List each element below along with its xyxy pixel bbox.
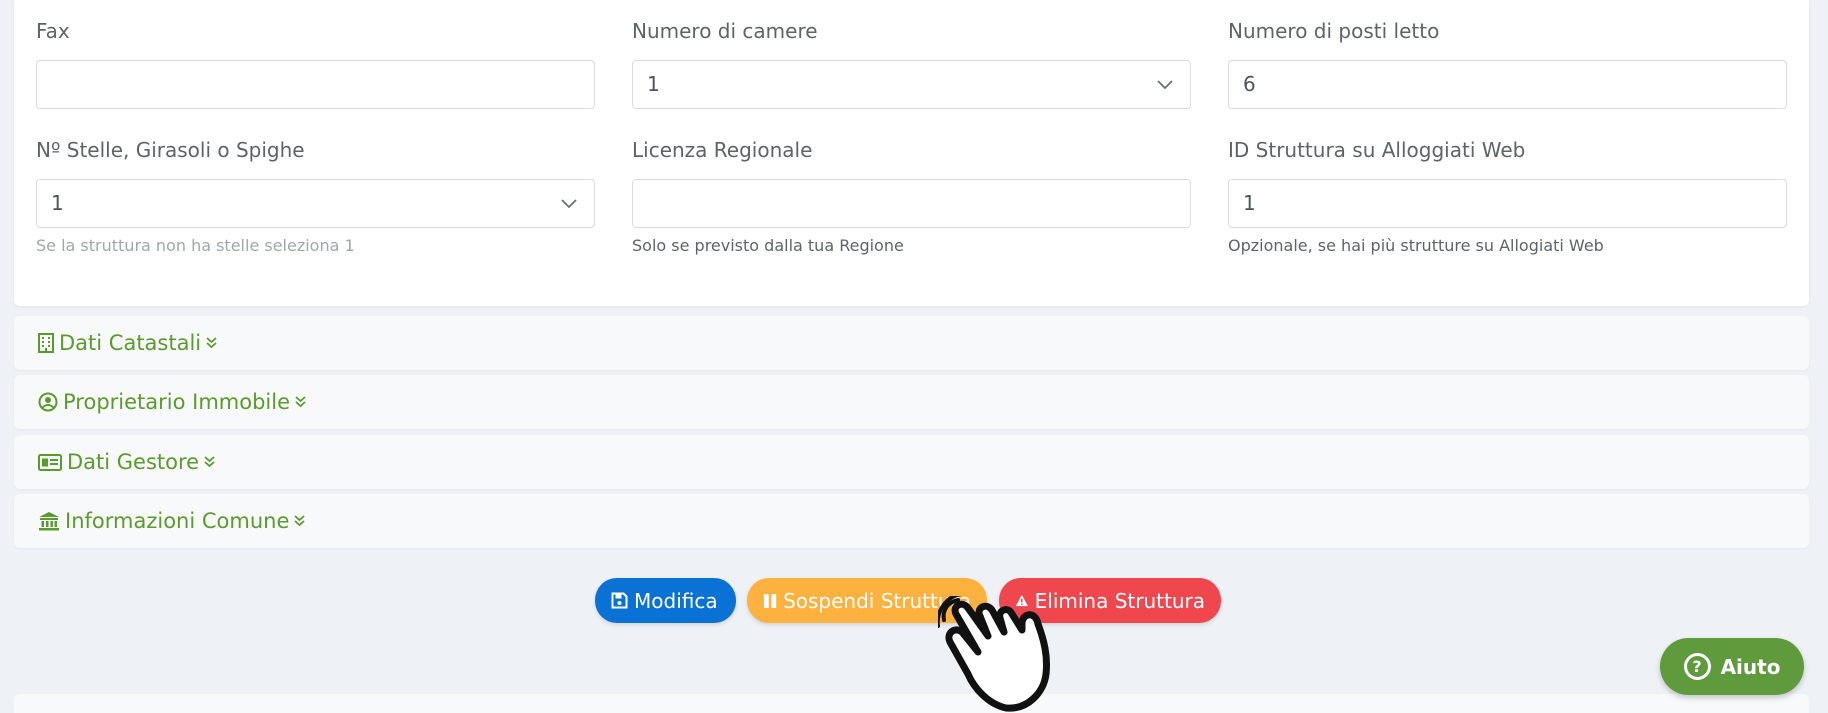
landmark-icon [39,512,59,531]
section-dati-catastali[interactable]: Dati Catastali [14,316,1809,370]
license-field-group: Licenza Regionale Solo se previsto dalla… [632,135,1191,256]
alloggiati-id-field-group: ID Struttura su Alloggiati Web 1 Opziona… [1228,135,1787,256]
section-informazioni-comune[interactable]: Informazioni Comune [14,494,1809,548]
sospendi-struttura-button[interactable]: Sospendi Struttura [747,578,987,623]
id-card-icon [38,453,62,471]
license-input[interactable] [632,179,1191,228]
chevron-down-icon [1157,80,1173,90]
section-label: Proprietario Immobile [63,390,291,414]
double-chevron-down-icon [206,337,217,349]
alloggiati-id-label: ID Struttura su Alloggiati Web [1228,138,1526,162]
chevron-down-icon [561,199,577,209]
elimina-struttura-label: Elimina Struttura [1034,588,1205,613]
beds-field-group: Numero di posti letto 6 [1228,16,1787,109]
beds-input[interactable]: 6 [1228,60,1787,109]
stars-label: Nº Stelle, Girasoli o Spighe [36,138,305,162]
section-label: Informazioni Comune [65,509,290,533]
alloggiati-id-hint: Opzionale, se hai più strutture su Allog… [1228,236,1604,255]
double-chevron-down-icon [294,515,305,527]
structure-details-card: Fax Numero di camere 1 Numero di posti l… [14,0,1809,306]
rooms-select[interactable]: 1 [632,60,1191,109]
stars-select[interactable]: 1 [36,179,595,228]
beds-label: Numero di posti letto [1228,19,1440,43]
help-label: Aiuto [1720,654,1781,679]
question-circle-icon: ? [1683,653,1711,680]
modifica-label: Modifica [634,588,718,613]
building-icon [38,333,54,353]
double-chevron-down-icon [295,396,306,408]
sospendi-struttura-label: Sospendi Struttura [783,588,971,613]
fax-input[interactable] [36,60,595,109]
warning-icon [1015,594,1028,607]
stars-select-value: 1 [51,191,64,215]
fax-label: Fax [36,19,70,43]
fax-field-group: Fax [36,16,595,109]
stars-field-group: Nº Stelle, Girasoli o Spighe 1 Se la str… [36,135,595,256]
save-icon [611,592,628,609]
section-label: Dati Catastali [59,331,202,355]
alloggiati-id-input[interactable]: 1 [1228,179,1787,228]
rooms-select-value: 1 [647,72,660,96]
stars-hint: Se la struttura non ha stelle seleziona … [36,236,355,255]
rooms-label: Numero di camere [632,19,818,43]
elimina-struttura-button[interactable]: Elimina Struttura [999,578,1221,623]
section-dati-gestore[interactable]: Dati Gestore [14,435,1809,489]
next-section-panel [14,694,1809,713]
pause-icon [763,593,777,608]
section-proprietario-immobile[interactable]: Proprietario Immobile [14,375,1809,429]
help-button[interactable]: ? Aiuto [1660,638,1804,695]
license-hint: Solo se previsto dalla tua Regione [632,236,904,255]
section-label: Dati Gestore [67,450,200,474]
license-label: Licenza Regionale [632,138,813,162]
double-chevron-down-icon [204,456,215,468]
rooms-field-group: Numero di camere 1 [632,16,1191,109]
modifica-button[interactable]: Modifica [595,578,736,623]
user-circle-icon [38,392,58,412]
